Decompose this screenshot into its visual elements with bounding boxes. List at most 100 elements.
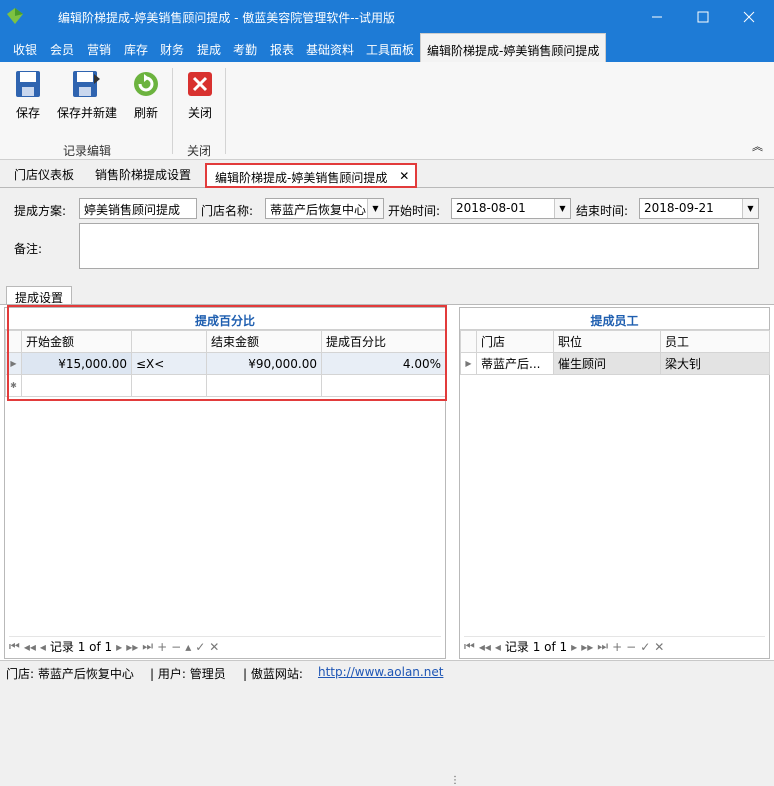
col-position[interactable]: 职位 (553, 330, 661, 353)
store-label: 门店名称: (201, 204, 254, 218)
nav-first-icon[interactable]: ⏮ (9, 639, 20, 654)
note-textarea[interactable] (79, 223, 759, 269)
refresh-label: 刷新 (133, 106, 158, 120)
nav-next-page-icon[interactable]: ▸▸ (126, 640, 138, 654)
maximize-icon (697, 11, 709, 23)
staff-grid-navigator: ⏮ ◂◂ ◂ 记录 1 of 1 ▸ ▸▸ ⏭ + − ✓ ✕ (464, 636, 765, 654)
store-cell[interactable]: 蒂蓝产后... (476, 352, 554, 375)
store-select[interactable]: 蒂蓝产后恢复中心 ▼ (265, 198, 384, 219)
record-counter: 记录 1 of 1 (49, 640, 113, 654)
status-store: 门店: 蒂蓝产后恢复中心 (6, 667, 134, 681)
close-tab-icon[interactable]: ✕ (399, 169, 409, 183)
scheme-input[interactable]: 婷美销售顾问提成 (79, 198, 197, 219)
nav-add-icon[interactable]: + (612, 640, 622, 654)
nav-remove-icon[interactable]: − (171, 640, 181, 654)
row-indicator-header (460, 330, 477, 353)
menu-item-inventory[interactable]: 库存 (124, 41, 148, 58)
staff-panel-title: 提成员工 (460, 308, 769, 330)
end-date-label: 结束时间: (576, 204, 629, 218)
col-employee[interactable]: 员工 (660, 330, 770, 353)
nav-add-icon[interactable]: + (157, 640, 167, 654)
end-date-value: 2018-09-21 (644, 201, 714, 215)
main-menu: 收银 会员 营销 库存 财务 提成 考勤 报表 基础资料 工具面板 编辑阶梯提成… (0, 33, 774, 62)
nav-check-icon[interactable]: ✓ (195, 640, 205, 654)
nav-next-icon[interactable]: ▸ (571, 640, 577, 654)
window-title: 编辑阶梯提成-婷美销售顾问提成 - 傲蓝美容院管理软件--试用版 (58, 11, 395, 25)
dropdown-arrow-icon[interactable]: ▼ (367, 199, 383, 218)
save-new-label: 保存并新建 (56, 106, 117, 120)
menu-item-member[interactable]: 会员 (50, 41, 74, 58)
ribbon-group-close: 关闭 (187, 144, 212, 158)
splitter-handle[interactable]: ⋮ (450, 775, 460, 786)
nav-check-icon[interactable]: ✓ (640, 640, 650, 654)
tab-edit-tier-commission[interactable]: 编辑阶梯提成-婷美销售顾问提成 ✕ (205, 163, 418, 188)
nav-cancel-icon[interactable]: ✕ (654, 640, 664, 654)
staff-grid: 门店 职位 员工 ▶ 蒂蓝产后... 催生顾问 梁大钊 (460, 330, 770, 375)
percent-grid-navigator: ⏮ ◂◂ ◂ 记录 1 of 1 ▸ ▸▸ ⏭ + − ▴ ✓ ✕ (9, 636, 441, 654)
tab-label: 编辑阶梯提成-婷美销售顾问提成 (215, 171, 388, 185)
ribbon-separator (225, 68, 226, 154)
tab-sales-tier-commission[interactable]: 销售阶梯提成设置 (95, 166, 191, 183)
nav-cancel-icon[interactable]: ✕ (209, 640, 219, 654)
save-and-new-button[interactable]: 保存并新建 (56, 70, 118, 121)
menu-item-basic-data[interactable]: 基础资料 (306, 41, 354, 58)
save-button[interactable]: 保存 (14, 70, 42, 121)
staff-panel: 提成员工 门店 职位 员工 ▶ 蒂蓝产后... 催生顾问 梁大钊 ⏮ ◂◂ ◂ 记录… (459, 307, 770, 659)
col-store[interactable]: 门店 (476, 330, 554, 353)
close-tab-button[interactable]: 关闭 (186, 70, 214, 121)
status-user: | 用户: 管理员 (150, 667, 226, 681)
website-link[interactable]: http://www.aolan.net (318, 665, 443, 679)
menu-item-finance[interactable]: 财务 (160, 41, 184, 58)
app-logo-icon (7, 8, 23, 24)
highlight-box (7, 305, 447, 401)
document-tabs: 门店仪表板 销售阶梯提成设置 编辑阶梯提成-婷美销售顾问提成 ✕ (0, 162, 774, 188)
employee-cell[interactable]: 梁大钊 (660, 352, 770, 375)
minimize-button[interactable] (634, 0, 680, 34)
nav-up-icon[interactable]: ▴ (185, 640, 191, 654)
tab-store-dashboard[interactable]: 门店仪表板 (14, 166, 74, 183)
nav-remove-icon[interactable]: − (626, 640, 636, 654)
menu-item-active-edit[interactable]: 编辑阶梯提成-婷美销售顾问提成 (420, 33, 607, 62)
refresh-icon (134, 72, 158, 96)
start-date-label: 开始时间: (388, 204, 441, 218)
nav-next-icon[interactable]: ▸ (116, 640, 122, 654)
menu-item-tools[interactable]: 工具面板 (366, 41, 414, 58)
store-value: 蒂蓝产后恢复中心 (270, 203, 367, 217)
menu-item-commission[interactable]: 提成 (197, 41, 221, 58)
table-row[interactable]: ▶ 蒂蓝产后... 催生顾问 梁大钊 (460, 352, 770, 375)
nav-next-page-icon[interactable]: ▸▸ (581, 640, 593, 654)
position-cell[interactable]: 催生顾问 (553, 352, 661, 375)
close-icon (743, 11, 755, 23)
menu-item-attendance[interactable]: 考勤 (233, 41, 257, 58)
nav-prev-page-icon[interactable]: ◂◂ (24, 640, 36, 654)
menu-item-reports[interactable]: 报表 (270, 41, 294, 58)
nav-prev-icon[interactable]: ◂ (40, 640, 46, 654)
grid-header-row: 门店 职位 员工 (460, 330, 770, 353)
dropdown-arrow-icon[interactable]: ▼ (742, 199, 758, 218)
collapse-ribbon-icon[interactable]: ︽ (752, 138, 763, 154)
menu-item-cashier[interactable]: 收银 (13, 41, 37, 58)
save-label: 保存 (15, 106, 40, 120)
refresh-button[interactable]: 刷新 (132, 70, 160, 121)
end-date-input[interactable]: 2018-09-21 ▼ (639, 198, 759, 219)
dropdown-arrow-icon[interactable]: ▼ (554, 199, 570, 218)
floppy-disk-icon (16, 71, 40, 97)
ribbon-separator (172, 68, 173, 154)
menu-item-marketing[interactable]: 营销 (87, 41, 111, 58)
maximize-button[interactable] (680, 0, 726, 34)
ribbon-group-record-edit: 记录编辑 (63, 144, 112, 158)
ribbon-toolbar: 保存 保存并新建 刷新 关闭 记录编辑 关闭 ︽ (0, 62, 774, 160)
row-pointer-icon: ▶ (460, 352, 477, 375)
close-window-button[interactable] (726, 0, 772, 34)
nav-prev-page-icon[interactable]: ◂◂ (479, 640, 491, 654)
nav-prev-icon[interactable]: ◂ (495, 640, 501, 654)
record-counter: 记录 1 of 1 (504, 640, 568, 654)
nav-last-icon[interactable]: ⏭ (142, 639, 153, 654)
nav-first-icon[interactable]: ⏮ (464, 639, 475, 654)
start-date-input[interactable]: 2018-08-01 ▼ (451, 198, 571, 219)
close-label: 关闭 (187, 106, 212, 120)
status-site-label: | 傲蓝网站: (243, 667, 303, 681)
status-bar: 门店: 蒂蓝产后恢复中心 | 用户: 管理员 | 傲蓝网站: http://ww… (0, 660, 774, 682)
nav-last-icon[interactable]: ⏭ (597, 639, 608, 654)
red-close-icon (188, 72, 212, 96)
